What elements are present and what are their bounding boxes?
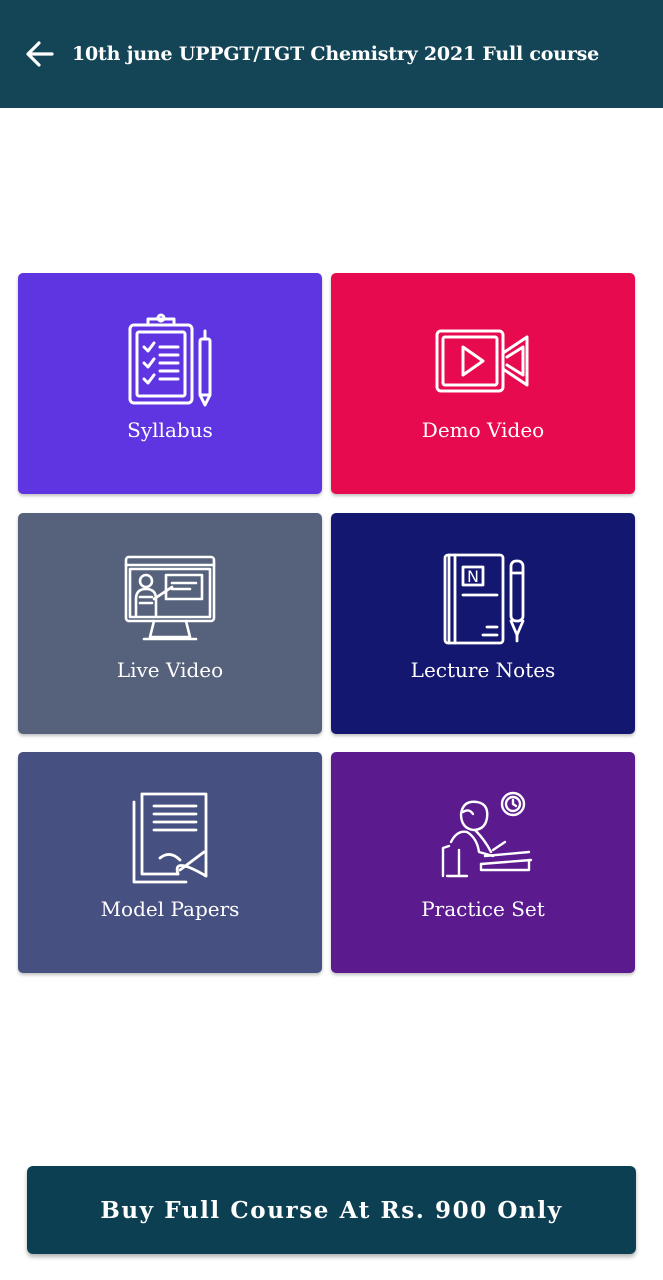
tile-label: Syllabus bbox=[127, 418, 213, 442]
tile-label: Live Video bbox=[116, 658, 224, 682]
papers-icon bbox=[132, 792, 208, 884]
tile-lecture-notes[interactable]: N Lecture Notes bbox=[331, 513, 635, 734]
svg-text:N: N bbox=[467, 567, 479, 586]
tile-label: Demo Video bbox=[421, 418, 545, 442]
tile-label: Lecture Notes bbox=[410, 658, 556, 682]
page-title: 10th june UPPGT/TGT Chemistry 2021 Full … bbox=[72, 43, 600, 65]
back-button[interactable] bbox=[22, 36, 58, 72]
buy-course-label: Buy Full Course At Rs. 900 Only bbox=[100, 1196, 563, 1224]
tile-practice-set[interactable]: Practice Set bbox=[331, 752, 635, 973]
notebook-pen-icon: N bbox=[443, 553, 525, 645]
tile-demo-video[interactable]: Demo Video bbox=[331, 273, 635, 494]
tile-label: Practice Set bbox=[421, 897, 545, 921]
buy-course-button[interactable]: Buy Full Course At Rs. 900 Only bbox=[27, 1166, 636, 1254]
tile-label: Model Papers bbox=[100, 897, 240, 921]
arrow-left-icon bbox=[26, 41, 54, 67]
video-camera-icon bbox=[435, 329, 529, 393]
monitor-teacher-icon bbox=[124, 555, 216, 641]
clipboard-checklist-icon bbox=[128, 313, 212, 407]
app-bar: 10th june UPPGT/TGT Chemistry 2021 Full … bbox=[0, 0, 663, 108]
tile-syllabus[interactable]: Syllabus bbox=[18, 273, 322, 494]
student-writing-icon bbox=[441, 791, 533, 878]
tile-live-video[interactable]: Live Video bbox=[18, 513, 322, 734]
tile-model-papers[interactable]: Model Papers bbox=[18, 752, 322, 973]
